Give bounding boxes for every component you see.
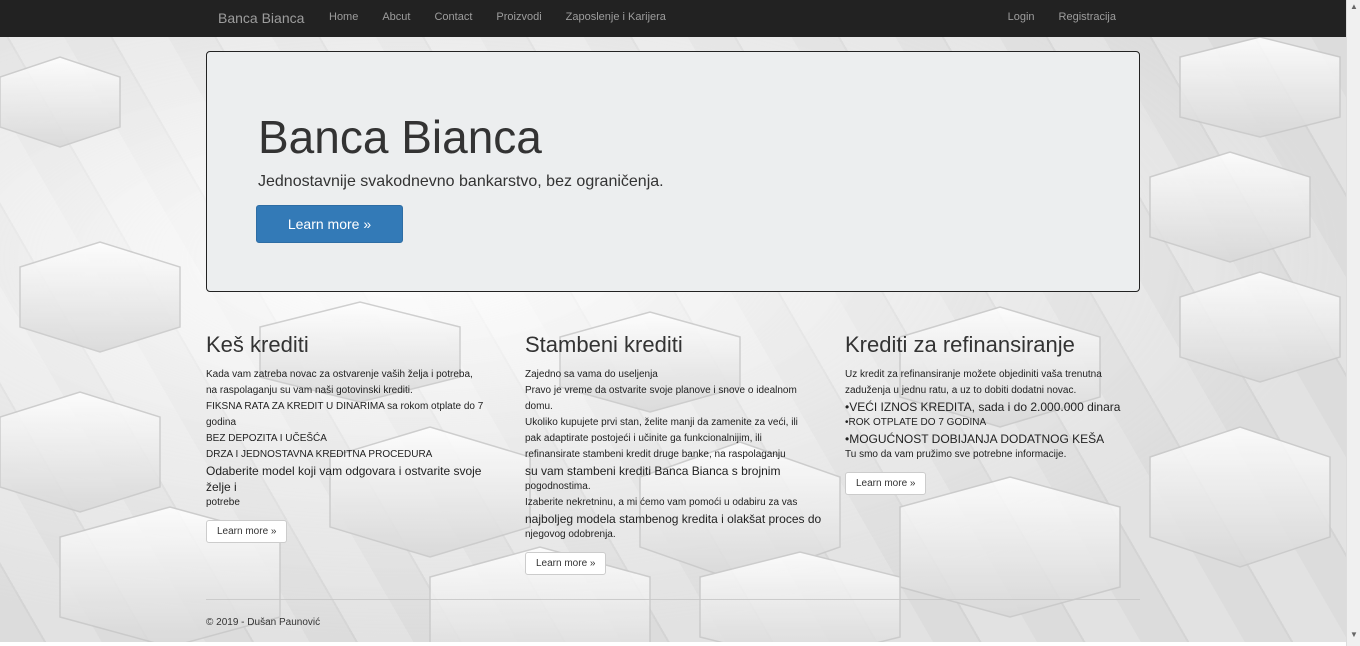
column-text-line: BEZ DEPOZITA I UČEŠĆA [206,433,327,444]
column-text-line: •VEĆI IZNOS KREDITA, sada i do 2.000.000… [845,400,1121,414]
scroll-up-arrow-icon[interactable]: ▲ [1347,0,1360,14]
column-text-line: zaduženja u jednu ratu, a uz to dobiti d… [845,385,1077,396]
column-text-line: refinansirate stambeni kredit druge bank… [525,449,786,460]
column-text-line: DRZA I JEDNOSTAVNA KREDITNA PROCEDURA [206,449,433,460]
hero-subtitle: Jednostavnije svakodnevno bankarstvo, be… [258,173,664,190]
footer-copyright: © 2019 - Dušan Paunović [206,617,321,628]
column-title: Stambeni krediti [525,332,683,357]
nav-about[interactable]: Abcut [382,11,410,23]
column-text-line: njegovog odobrenja. [525,529,616,540]
hero-title: Banca Bianca [258,111,542,163]
housing-loans-learn-more-button[interactable]: Learn more » [525,552,607,575]
column-text-line: godina [206,417,237,428]
column-text-line: •MOGUĆNOST DOBIJANJA DODATNOG KEŠA [845,432,1105,446]
column-text-line: Izaberite nekretninu, a mi ćemo vam pomo… [525,497,798,508]
column-text-line: najboljeg modela stambenog kredita i ola… [525,512,822,526]
nav-products[interactable]: Proizvodi [496,11,541,23]
column-text-line: Ukoliko kupujete prvi stan, želite manji… [525,417,798,428]
column-cash-loans: Keš krediti Kada vam zatreba novac za os… [206,332,506,543]
top-navbar: Banca Bianca Home Abcut Contact Proizvod… [0,0,1346,37]
nav-register[interactable]: Registracija [1059,11,1116,23]
column-text-line: Tu smo da vam pružimo sve potrebne infor… [845,449,1067,460]
footer-divider [206,599,1140,600]
hero-learn-more-button[interactable]: Learn more » [256,205,403,243]
scroll-down-arrow-icon[interactable]: ▼ [1347,628,1360,642]
column-text-line: Uz kredit za refinansiranje možete objed… [845,369,1102,380]
column-text-line: Pravo je vreme da ostvarite svoje planov… [525,385,797,396]
column-text-line: Kada vam zatreba novac za ostvarenje vaš… [206,369,473,380]
nav-contact[interactable]: Contact [434,11,472,23]
brand-link[interactable]: Banca Bianca [218,10,304,26]
nav-careers[interactable]: Zaposlenje i Karijera [566,11,666,23]
column-text-line: Zajedno sa vama do useljenja [525,369,658,380]
nav-login[interactable]: Login [1008,11,1035,23]
column-text-line: pogodnostima. [525,481,591,492]
column-text-line: pak adaptirate postojeći i učinite ga fu… [525,433,762,444]
main-nav: Home Abcut Contact Proizvodi Zaposlenje … [329,11,690,23]
column-text-line: FIKSNA RATA ZA KREDIT U DINARIMA sa roko… [206,401,484,412]
page-bottom-strip [0,642,1346,646]
column-title: Krediti za refinansiranje [845,332,1075,357]
column-text-line: Odaberite model koji vam odgovara i ostv… [206,464,482,494]
column-text-line: su vam stambeni krediti Banca Bianca s b… [525,464,781,478]
column-housing-loans: Stambeni krediti Zajedno sa vama do usel… [525,332,825,575]
account-nav: Login Registracija [1008,11,1116,23]
column-text-line: na raspolaganju su vam naši gotovinski k… [206,385,413,396]
cash-loans-learn-more-button[interactable]: Learn more » [206,520,288,543]
column-title: Keš krediti [206,332,309,357]
column-text-line: potrebe [206,497,240,508]
refinancing-learn-more-button[interactable]: Learn more » [845,472,927,495]
column-text-line: •ROK OTPLATE DO 7 GODINA [845,417,987,428]
hero-jumbotron: Banca Bianca Jednostavnije svakodnevno b… [206,51,1140,292]
column-text-line: domu. [525,401,553,412]
column-refinancing-loans: Krediti za refinansiranje Uz kredit za r… [845,332,1145,495]
nav-home[interactable]: Home [329,11,358,23]
vertical-scrollbar[interactable]: ▲ ▼ [1346,0,1360,646]
